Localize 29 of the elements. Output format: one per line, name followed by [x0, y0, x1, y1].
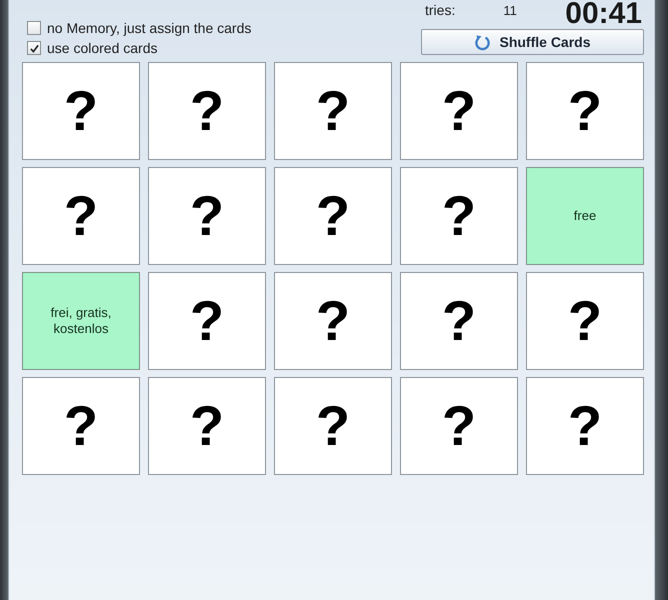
card[interactable]: ?: [274, 272, 392, 370]
checkmark-icon: [30, 44, 38, 52]
card[interactable]: ?: [148, 167, 266, 265]
card[interactable]: ?: [400, 272, 518, 370]
checkbox[interactable]: [27, 21, 41, 35]
checkbox[interactable]: [27, 41, 41, 55]
card[interactable]: free: [526, 167, 644, 265]
card[interactable]: ?: [526, 272, 644, 370]
card[interactable]: ?: [274, 167, 392, 265]
card[interactable]: ?: [148, 62, 266, 160]
shuffle-button[interactable]: Shuffle Cards: [421, 29, 644, 55]
card[interactable]: ?: [274, 377, 392, 475]
card[interactable]: ?: [274, 62, 392, 160]
card[interactable]: frei, gratis, kostenlos: [22, 272, 140, 370]
card[interactable]: ?: [400, 167, 518, 265]
card[interactable]: ?: [400, 62, 518, 160]
checkbox-label[interactable]: no Memory, just assign the cards: [47, 20, 252, 36]
card[interactable]: ?: [22, 167, 140, 265]
card[interactable]: ?: [526, 62, 644, 160]
card[interactable]: ?: [22, 377, 140, 475]
timer: 00:41: [565, 0, 642, 28]
card[interactable]: ?: [22, 62, 140, 160]
tries-label: tries:: [425, 2, 456, 18]
checkbox-label[interactable]: use colored cards: [47, 40, 158, 56]
card[interactable]: ?: [148, 272, 266, 370]
card[interactable]: ?: [400, 377, 518, 475]
card[interactable]: ?: [526, 377, 644, 475]
card[interactable]: ?: [148, 377, 266, 475]
tries-count: 11: [503, 3, 517, 19]
